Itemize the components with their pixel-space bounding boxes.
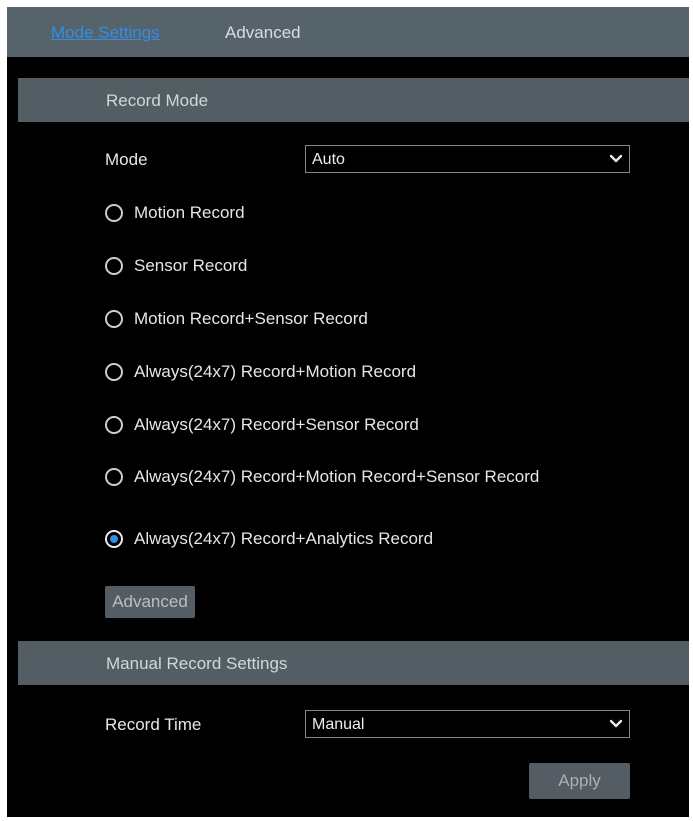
manual-record-header: Manual Record Settings xyxy=(18,641,689,685)
radio-label: Always(24x7) Record+Analytics Record xyxy=(134,529,434,548)
record-mode-header: Record Mode xyxy=(18,78,689,122)
radio-label: Motion Record xyxy=(134,203,245,222)
mode-select[interactable]: Auto xyxy=(305,145,630,173)
apply-button[interactable]: Apply xyxy=(529,763,630,799)
record-mode-header-title: Record Mode xyxy=(106,91,209,110)
record-time-select-value: Manual xyxy=(312,716,365,733)
chevron-down-icon xyxy=(609,154,623,163)
chevron-down-icon xyxy=(609,719,623,728)
radio-unchecked-icon xyxy=(105,204,123,222)
radio-unchecked-icon xyxy=(105,468,123,486)
record-settings-window: Mode Settings Advanced Record Mode Mode … xyxy=(7,7,689,817)
tab-advanced[interactable]: Advanced xyxy=(225,23,301,43)
radio-unchecked-icon xyxy=(105,257,123,275)
radio-unchecked-icon xyxy=(105,416,123,434)
radio-label: Sensor Record xyxy=(134,256,248,275)
tab-mode-settings[interactable]: Mode Settings xyxy=(51,23,160,43)
radio-unchecked-icon xyxy=(105,363,123,381)
mode-label: Mode xyxy=(105,150,148,169)
manual-record-header-title: Manual Record Settings xyxy=(106,654,288,673)
radio-label: Motion Record+Sensor Record xyxy=(134,309,368,328)
advanced-button[interactable]: Advanced xyxy=(105,586,195,618)
tab-bar: Mode Settings Advanced xyxy=(7,7,689,57)
record-time-label: Record Time xyxy=(105,715,202,734)
radio-checked-icon xyxy=(105,530,123,548)
radio-label: Always(24x7) Record+Sensor Record xyxy=(134,415,419,434)
radio-label: Always(24x7) Record+Motion Record xyxy=(134,362,417,381)
radio-label: Always(24x7) Record+Motion Record+Sensor… xyxy=(134,467,540,486)
radio-unchecked-icon xyxy=(105,310,123,328)
record-time-select[interactable]: Manual xyxy=(305,710,630,738)
mode-select-value: Auto xyxy=(312,151,345,168)
